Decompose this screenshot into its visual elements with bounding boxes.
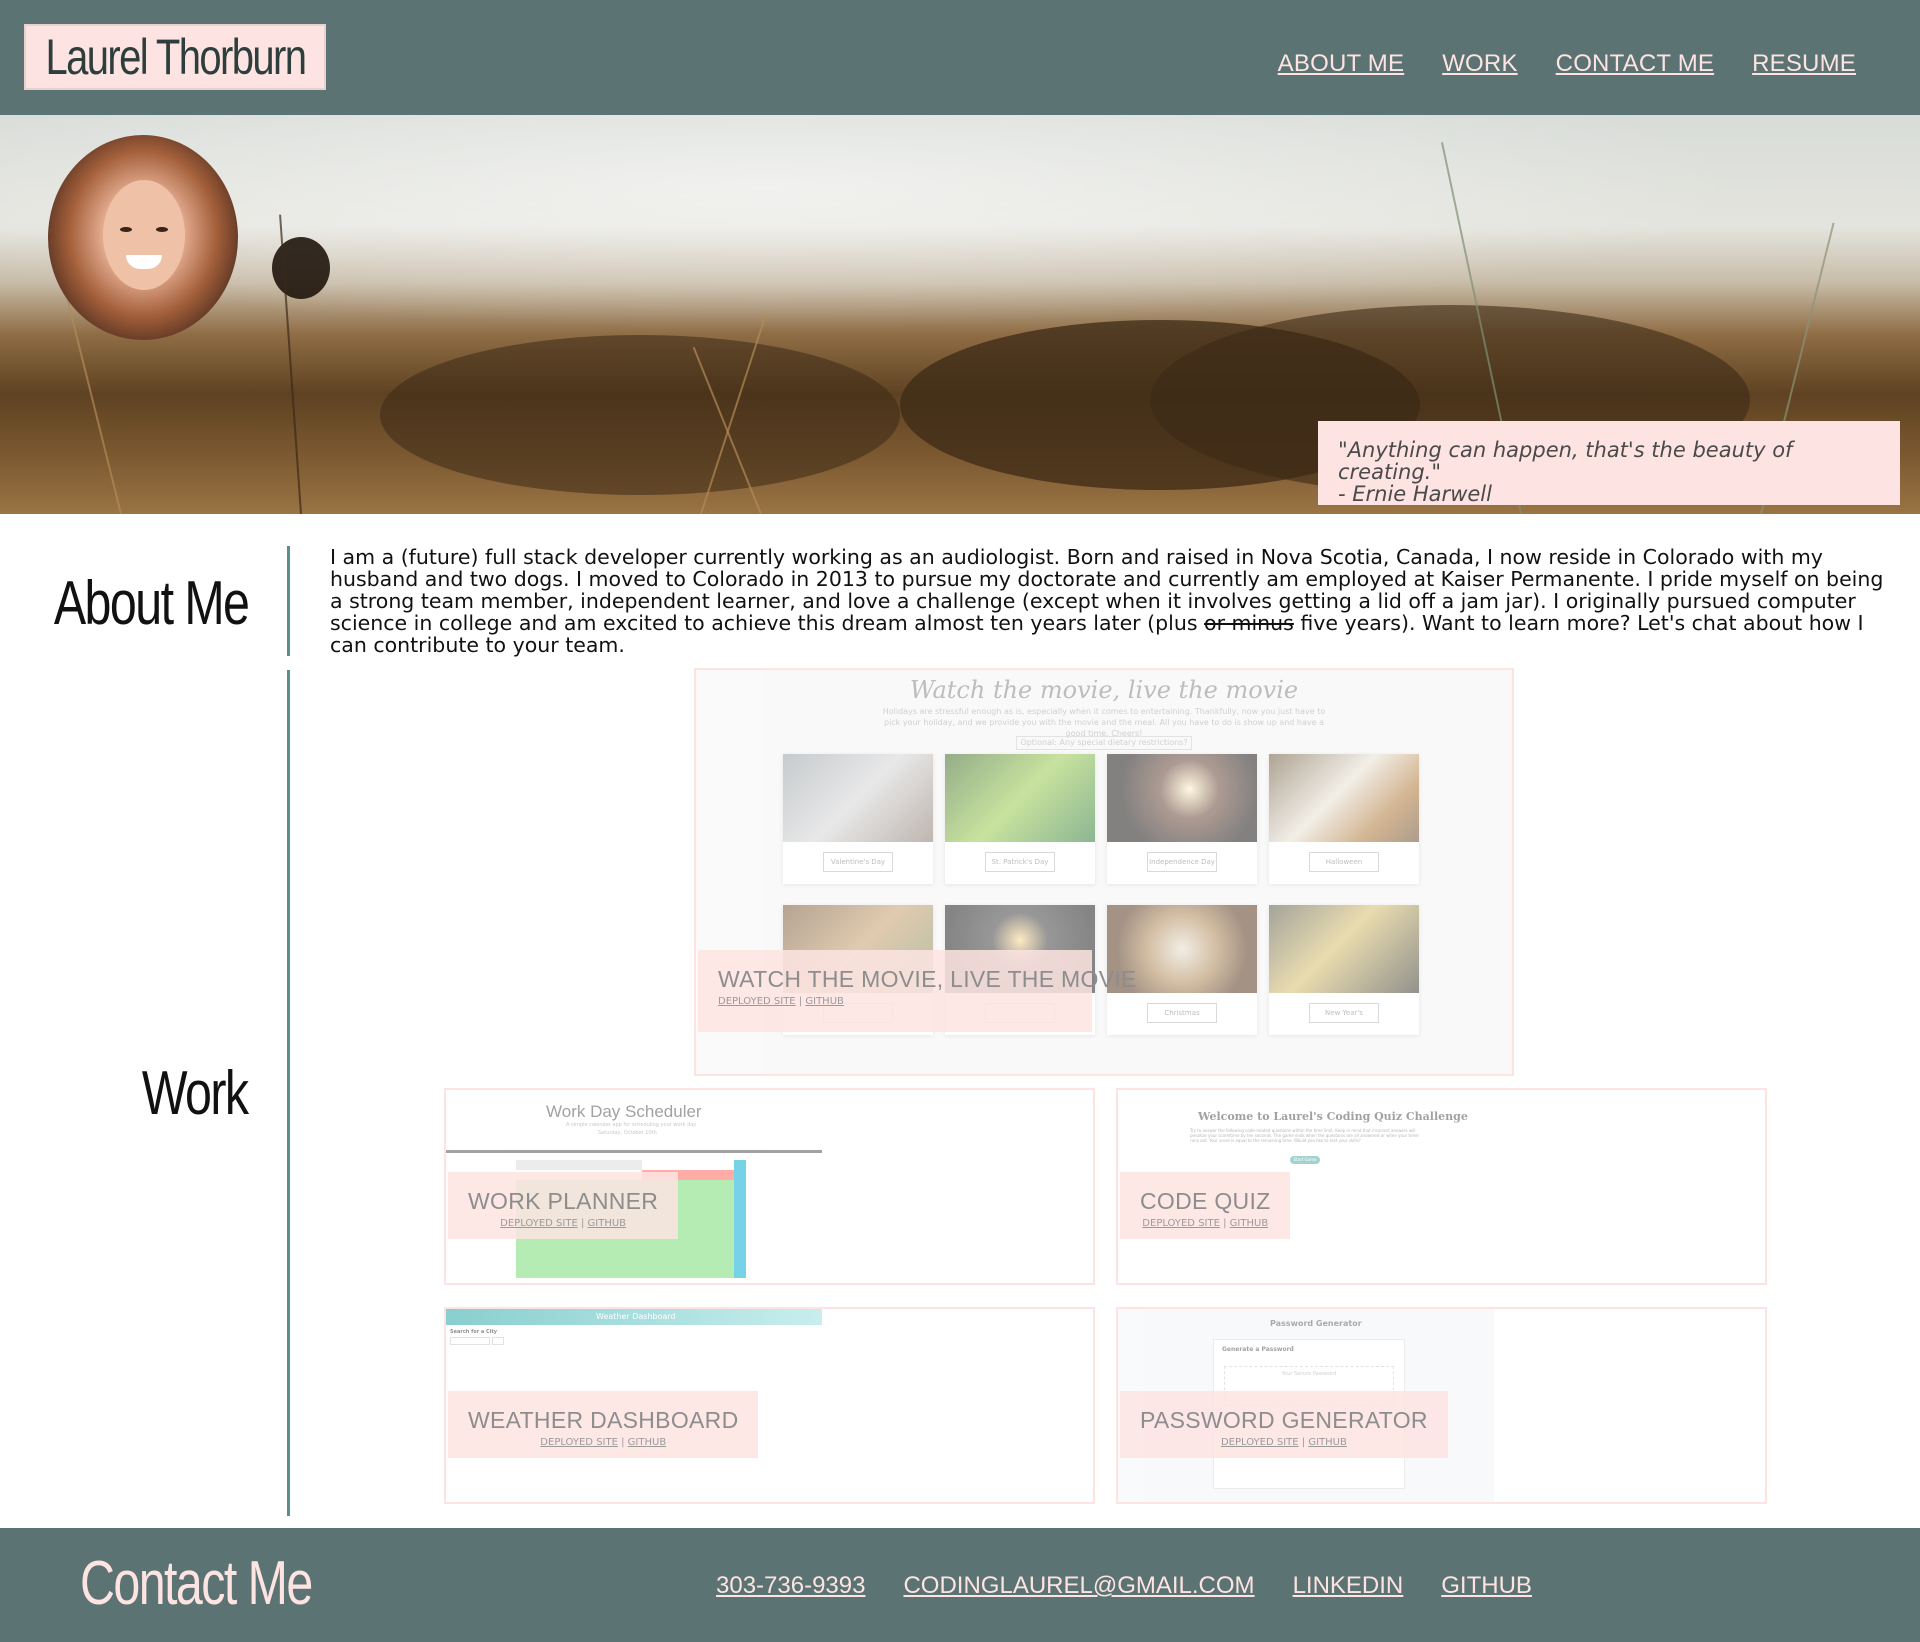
github-link[interactable]: GITHUB [1230, 1218, 1269, 1229]
project-name: PASSWORD GENERATOR [1140, 1407, 1428, 1433]
screenshot-title: Watch the movie, live the movie [909, 676, 1299, 704]
work-divider [287, 670, 290, 1516]
nav-contact-me[interactable]: CONTACT ME [1556, 50, 1714, 78]
hero-banner: "Anything can happen, that's the beauty … [0, 115, 1920, 514]
work-heading: Work [142, 1059, 249, 1128]
github-link[interactable]: GITHUB [628, 1437, 667, 1448]
github-link[interactable]: GITHUB [805, 996, 844, 1007]
holiday-tile: Halloween [1269, 754, 1419, 884]
screenshot-dropdown: Optional: Any special dietary restrictio… [1016, 736, 1192, 750]
project-links: DEPLOYED SITE | GITHUB [1140, 1437, 1428, 1448]
screenshot-date: Saturday, October 10th [598, 1130, 657, 1136]
logo[interactable]: Laurel Thorburn [24, 24, 326, 90]
project-card-password-generator[interactable]: Password Generator Generate a Password Y… [1116, 1307, 1767, 1504]
github-link[interactable]: GITHUB [1308, 1437, 1347, 1448]
contact-footer: Contact Me 303-736-9393 CODINGLAUREL@GMA… [0, 1528, 1920, 1642]
nav-work[interactable]: WORK [1442, 50, 1517, 78]
phone-link[interactable]: 303-736-9393 [716, 1572, 865, 1600]
screenshot-search-input [450, 1337, 490, 1345]
tile-button: Christmas [1147, 1003, 1217, 1023]
logo-text: Laurel Thorburn [45, 29, 306, 85]
tile-image [783, 754, 933, 842]
link-separator: | [798, 996, 803, 1007]
link-separator: | [580, 1218, 585, 1229]
deployed-site-link[interactable]: DEPLOYED SITE [718, 996, 796, 1007]
github-profile-link[interactable]: GITHUB [1441, 1572, 1532, 1600]
project-name: CODE QUIZ [1140, 1188, 1271, 1214]
holiday-tile: Valentine's Day [783, 754, 933, 884]
avatar-eye [156, 227, 168, 232]
about-struck-text: or minus [1204, 611, 1294, 635]
avatar-face [103, 180, 185, 290]
screenshot-start-button: Start Game [1290, 1156, 1320, 1164]
github-link[interactable]: GITHUB [588, 1218, 627, 1229]
project-label: WORK PLANNER DEPLOYED SITE | GITHUB [448, 1172, 679, 1239]
about-me-text: I am a (future) full stack developer cur… [330, 546, 1895, 656]
project-name: WEATHER DASHBOARD [468, 1407, 739, 1433]
contact-links: 303-736-9393 CODINGLAUREL@GMAIL.COM LINK… [716, 1572, 1532, 1600]
screenshot-title: Work Day Scheduler [546, 1102, 702, 1121]
screenshot-title: Password Generator [1270, 1319, 1362, 1328]
email-link[interactable]: CODINGLAUREL@GMAIL.COM [903, 1572, 1254, 1600]
screenshot-title: Welcome to Laurel's Coding Quiz Challeng… [1198, 1110, 1468, 1123]
hero-quote: "Anything can happen, that's the beauty … [1318, 421, 1900, 505]
screenshot-subtitle: Generate a Password [1222, 1346, 1294, 1353]
deployed-site-link[interactable]: DEPLOYED SITE [540, 1437, 618, 1448]
tile-image [945, 754, 1095, 842]
main-nav: ABOUT ME WORK CONTACT ME RESUME [1278, 50, 1856, 78]
hero-hill [380, 335, 900, 495]
tile-button: Independence Day [1147, 852, 1217, 872]
project-card-work-planner[interactable]: Work Day Scheduler A simple calendar app… [444, 1088, 1095, 1285]
deployed-site-link[interactable]: DEPLOYED SITE [1221, 1437, 1299, 1448]
project-label: PASSWORD GENERATOR DEPLOYED SITE | GITHU… [1120, 1391, 1448, 1458]
screenshot-subtitle: Holidays are stressful enough as is, esp… [882, 707, 1326, 738]
tile-button: Halloween [1309, 852, 1379, 872]
tile-button: New Year's [1309, 1003, 1379, 1023]
link-separator: | [621, 1437, 625, 1448]
linkedin-link[interactable]: LINKEDIN [1293, 1572, 1404, 1600]
project-links: DEPLOYED SITE | GITHUB [718, 996, 1072, 1007]
tile-image [1269, 754, 1419, 842]
avatar-eye [120, 227, 132, 232]
link-separator: | [1223, 1218, 1227, 1229]
project-links: DEPLOYED SITE | GITHUB [468, 1437, 738, 1448]
project-links: DEPLOYED SITE | GITHUB [1140, 1218, 1270, 1229]
about-me-heading: About Me [53, 569, 249, 638]
tile-image [1107, 754, 1257, 842]
project-links: DEPLOYED SITE | GITHUB [468, 1218, 658, 1229]
project-card-code-quiz[interactable]: Welcome to Laurel's Coding Quiz Challeng… [1116, 1088, 1767, 1285]
planner-save-column [734, 1160, 746, 1278]
project-card-featured[interactable]: Watch the movie, live the movie Holidays… [694, 668, 1514, 1076]
quote-author: - Ernie Harwell [1338, 482, 1492, 506]
tile-image [1269, 905, 1419, 993]
quote-text: "Anything can happen, that's the beauty … [1338, 438, 1793, 484]
project-name: WORK PLANNER [468, 1188, 659, 1214]
project-label: WATCH THE MOVIE, LIVE THE MOVIE DEPLOYED… [698, 950, 1137, 1032]
holiday-tile: Independence Day [1107, 754, 1257, 884]
screenshot-rule [446, 1150, 822, 1153]
project-card-weather-dashboard[interactable]: Weather Dashboard Search for a City WEAT… [444, 1307, 1095, 1504]
screenshot-subtitle: Try to answer the following code-related… [1190, 1128, 1420, 1143]
project-label: CODE QUIZ DEPLOYED SITE | GITHUB [1120, 1172, 1291, 1239]
contact-me-heading: Contact Me [80, 1549, 313, 1618]
deployed-site-link[interactable]: DEPLOYED SITE [1142, 1218, 1220, 1229]
nav-about-me[interactable]: ABOUT ME [1278, 50, 1405, 78]
nav-resume[interactable]: RESUME [1752, 50, 1856, 78]
about-divider [287, 546, 290, 656]
deployed-site-link[interactable]: DEPLOYED SITE [500, 1218, 578, 1229]
project-name: WATCH THE MOVIE, LIVE THE MOVIE [718, 966, 1137, 992]
screenshot-subtitle: Search for a City [450, 1329, 498, 1335]
holiday-tile: St. Patrick's Day [945, 754, 1095, 884]
screenshot-search-button [492, 1337, 504, 1345]
link-separator: | [1301, 1437, 1306, 1448]
screenshot-subtitle: A simple calendar app for scheduling you… [566, 1122, 697, 1128]
profile-avatar [48, 135, 238, 340]
tile-button: Valentine's Day [823, 852, 893, 872]
project-label: WEATHER DASHBOARD DEPLOYED SITE | GITHUB [448, 1391, 759, 1458]
holiday-tile: New Year's [1269, 905, 1419, 1035]
tile-button: St. Patrick's Day [985, 852, 1055, 872]
planner-row-past [516, 1160, 642, 1170]
screenshot-title: Weather Dashboard [596, 1312, 676, 1321]
site-header: Laurel Thorburn ABOUT ME WORK CONTACT ME… [0, 0, 1920, 115]
